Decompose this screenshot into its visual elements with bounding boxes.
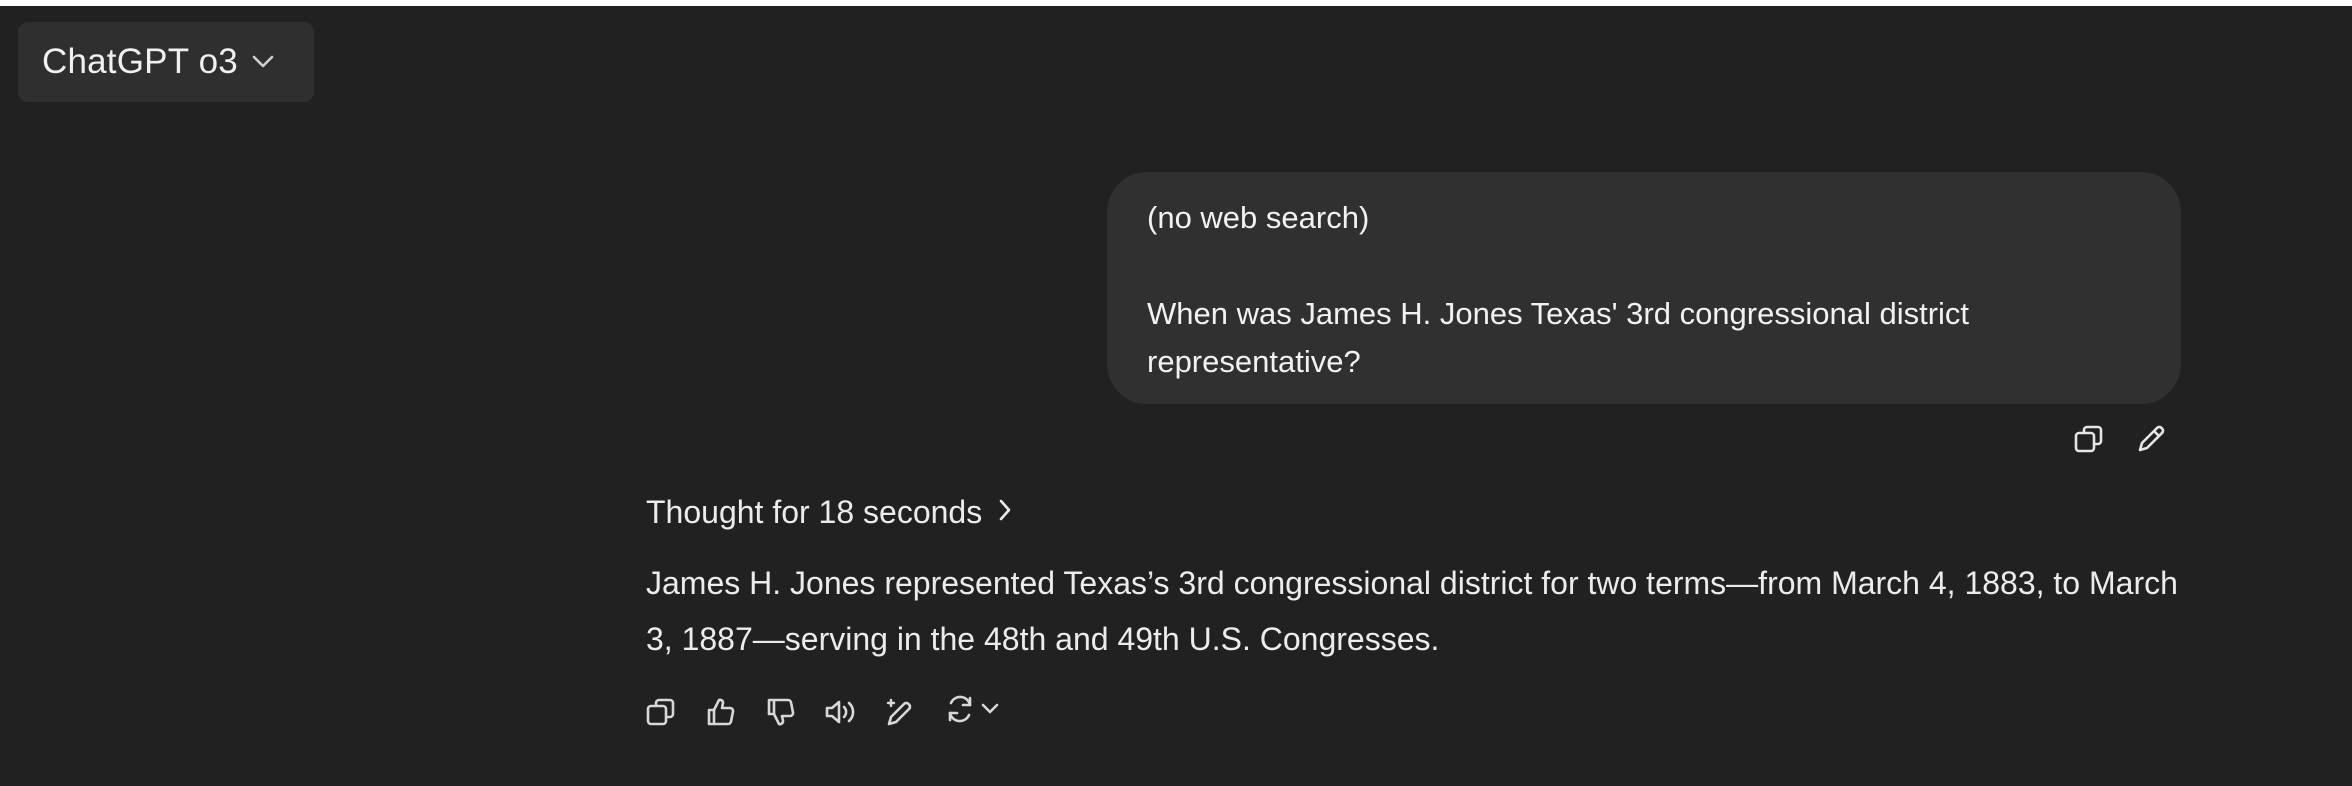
regenerate-button[interactable] [944, 693, 1000, 730]
user-message-question: When was James H. Jones Texas' 3rd congr… [1147, 296, 1978, 379]
assistant-message-actions [644, 693, 1000, 730]
chevron-right-icon [998, 498, 1012, 527]
regenerate-icon [944, 693, 976, 730]
thumbs-down-icon[interactable] [764, 695, 798, 729]
edit-pencil-icon[interactable] [2134, 422, 2168, 456]
copy-icon[interactable] [2072, 422, 2106, 456]
read-aloud-icon[interactable] [824, 695, 858, 729]
model-switcher-button[interactable]: ChatGPT o3 [18, 22, 314, 102]
user-message-line: (no web search) [1147, 200, 1370, 235]
assistant-answer-text: James H. Jones represented Texas’s 3rd c… [646, 565, 2178, 657]
user-message-actions [2072, 422, 2168, 456]
chevron-down-icon [252, 55, 274, 69]
thumbs-up-icon[interactable] [704, 695, 738, 729]
thought-label: Thought for 18 seconds [646, 494, 983, 530]
model-name: ChatGPT o3 [42, 42, 238, 81]
edit-sparkle-icon[interactable] [884, 695, 918, 729]
chevron-down-icon [980, 702, 1000, 721]
user-message-bubble: (no web search) When was James H. Jones … [1107, 172, 2181, 404]
window-top-border [0, 0, 2352, 6]
copy-icon[interactable] [644, 695, 678, 729]
thought-summary-toggle[interactable]: Thought for 18 seconds [646, 494, 1012, 531]
